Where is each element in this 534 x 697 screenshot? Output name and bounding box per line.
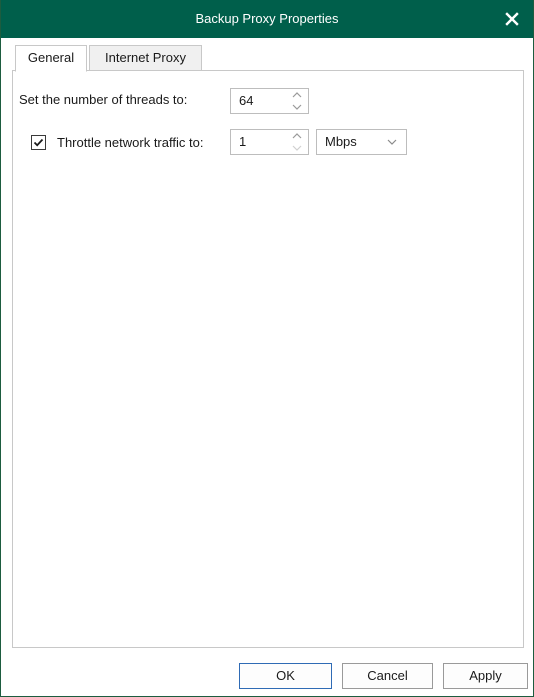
throttle-checkbox[interactable] [31, 135, 46, 150]
chevron-up-icon [292, 133, 302, 139]
threads-decrease-button[interactable] [286, 101, 308, 113]
chevron-down-icon [292, 145, 302, 151]
apply-button[interactable]: Apply [443, 663, 528, 689]
threads-spinner-buttons [286, 89, 308, 113]
throttle-spinner-buttons [286, 130, 308, 154]
threads-value[interactable]: 64 [239, 89, 253, 113]
threads-increase-button[interactable] [286, 89, 308, 101]
checkmark-icon [33, 138, 44, 147]
throttle-spinner[interactable]: 1 [230, 129, 309, 155]
ok-button[interactable]: OK [239, 663, 332, 689]
close-button[interactable] [499, 6, 525, 32]
title-bar: Backup Proxy Properties [1, 0, 533, 38]
threads-spinner[interactable]: 64 [230, 88, 309, 114]
throttle-decrease-button[interactable] [286, 142, 308, 154]
general-tab-panel: Set the number of threads to: 64 Throttl… [12, 70, 524, 648]
chevron-down-icon [387, 139, 397, 145]
throttle-value[interactable]: 1 [239, 130, 246, 154]
throttle-label[interactable]: Throttle network traffic to: [57, 135, 203, 150]
backup-proxy-properties-dialog: Backup Proxy Properties General Internet… [0, 0, 534, 697]
throttle-unit-select[interactable]: Mbps [316, 129, 407, 155]
cancel-button[interactable]: Cancel [342, 663, 433, 689]
throttle-unit-value: Mbps [325, 134, 357, 149]
chevron-down-icon [292, 104, 302, 110]
threads-label: Set the number of threads to: [19, 92, 188, 107]
dialog-title: Backup Proxy Properties [195, 11, 339, 26]
chevron-up-icon [292, 92, 302, 98]
throttle-increase-button[interactable] [286, 130, 308, 142]
tab-internet-proxy[interactable]: Internet Proxy [89, 45, 202, 71]
close-icon [505, 12, 519, 26]
tab-general[interactable]: General [15, 45, 87, 72]
